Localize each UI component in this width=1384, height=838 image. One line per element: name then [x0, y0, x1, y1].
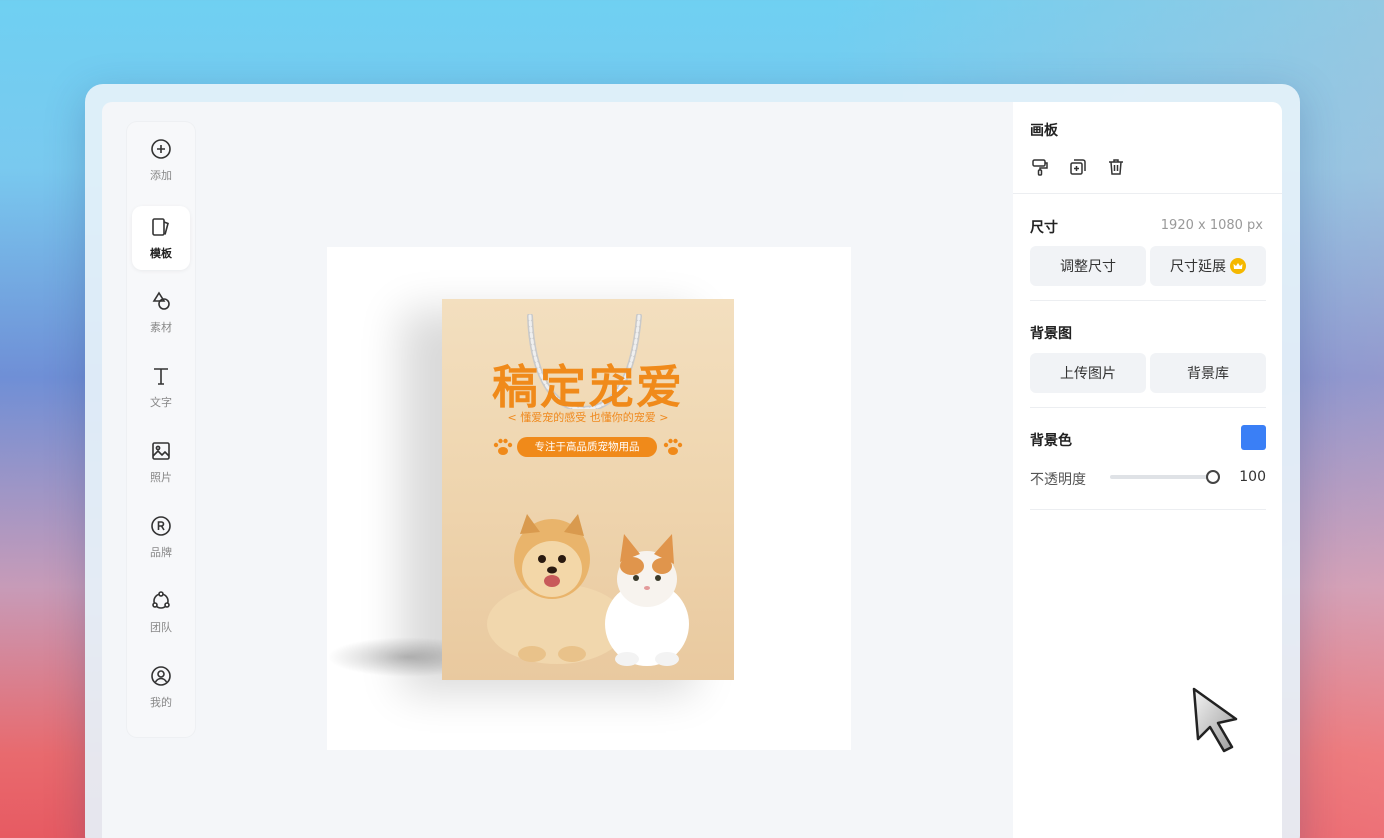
tool-material[interactable]: 素材 — [132, 280, 190, 344]
artboard[interactable]: 稿定宠爱 < 懂爱宠的感受 也懂你的宠爱 > 专注于高品质宠物用品 — [327, 247, 851, 750]
design-tagline: 专注于高品质宠物用品 — [517, 437, 657, 457]
paw-icon — [493, 438, 513, 455]
text-icon — [154, 368, 168, 385]
resize-button-label: 调整尺寸 — [1060, 259, 1116, 275]
opacity-label: 不透明度 — [1030, 472, 1086, 488]
board-title: 画板 — [1030, 123, 1058, 139]
paw-icon — [663, 438, 683, 455]
resize-button[interactable]: 调整尺寸 — [1030, 246, 1146, 286]
registered-icon — [151, 516, 171, 536]
image-icon — [152, 442, 170, 460]
tool-add[interactable]: 添加 — [132, 128, 190, 192]
shopping-bag-design[interactable]: 稿定宠爱 < 懂爱宠的感受 也懂你的宠爱 > 专注于高品质宠物用品 — [442, 299, 734, 680]
tool-label: 素材 — [150, 321, 172, 334]
bg-image-label: 背景图 — [1030, 326, 1072, 342]
tool-label: 团队 — [150, 621, 172, 634]
tool-label: 文字 — [150, 396, 172, 409]
user-circle-icon — [151, 666, 171, 686]
tool-label: 模板 — [150, 247, 172, 260]
size-label: 尺寸 — [1030, 220, 1058, 236]
tool-label: 我的 — [150, 696, 172, 709]
background-library-button[interactable]: 背景库 — [1150, 353, 1266, 393]
tool-photo[interactable]: 照片 — [132, 430, 190, 494]
design-title: 稿定宠爱 — [492, 360, 684, 414]
upload-image-button-label: 上传图片 — [1060, 366, 1116, 382]
opacity-value: 100 — [1239, 469, 1266, 485]
divider — [1013, 193, 1282, 194]
opacity-slider-track[interactable] — [1110, 475, 1210, 479]
tool-label: 品牌 — [150, 546, 172, 559]
left-toolbar: 添加 模板 素材 文字 照片 品牌 团队 我的 — [127, 122, 195, 737]
extend-size-button-label: 尺寸延展 — [1170, 259, 1226, 275]
board-actions — [1030, 157, 1126, 177]
dog-and-cat-photo — [487, 514, 689, 666]
editor-app: 添加 模板 素材 文字 照片 品牌 团队 我的 稿定宠爱 < 懂爱宠的感受 也懂… — [102, 102, 1282, 838]
opacity-slider-thumb[interactable] — [1206, 470, 1220, 484]
bg-color-swatch[interactable] — [1241, 425, 1266, 450]
design-subtitle: < 懂爱宠的感受 也懂你的宠爱 > — [507, 411, 669, 424]
tool-mine[interactable]: 我的 — [132, 655, 190, 719]
template-icon — [152, 218, 169, 236]
tool-team[interactable]: 团队 — [132, 580, 190, 644]
tool-brand[interactable]: 品牌 — [132, 505, 190, 569]
upload-image-button[interactable]: 上传图片 — [1030, 353, 1146, 393]
format-painter-icon[interactable] — [1030, 157, 1050, 177]
trash-icon[interactable] — [1106, 157, 1126, 177]
mouse-cursor-icon — [1192, 687, 1238, 753]
duplicate-icon[interactable] — [1068, 157, 1088, 177]
tool-template[interactable]: 模板 — [132, 206, 190, 270]
divider — [1030, 509, 1266, 510]
shapes-icon — [152, 291, 170, 310]
background-library-button-label: 背景库 — [1187, 366, 1229, 382]
tool-text[interactable]: 文字 — [132, 355, 190, 419]
tool-label: 添加 — [150, 169, 172, 182]
extend-size-button[interactable]: 尺寸延展 — [1150, 246, 1266, 286]
divider — [1030, 407, 1266, 408]
divider — [1030, 300, 1266, 301]
tool-label: 照片 — [150, 471, 172, 484]
crown-icon — [1230, 258, 1246, 274]
bg-color-label: 背景色 — [1030, 433, 1072, 449]
team-icon — [152, 591, 170, 609]
size-value: 1920 x 1080 px — [1160, 218, 1263, 233]
plus-circle-icon — [151, 139, 171, 159]
